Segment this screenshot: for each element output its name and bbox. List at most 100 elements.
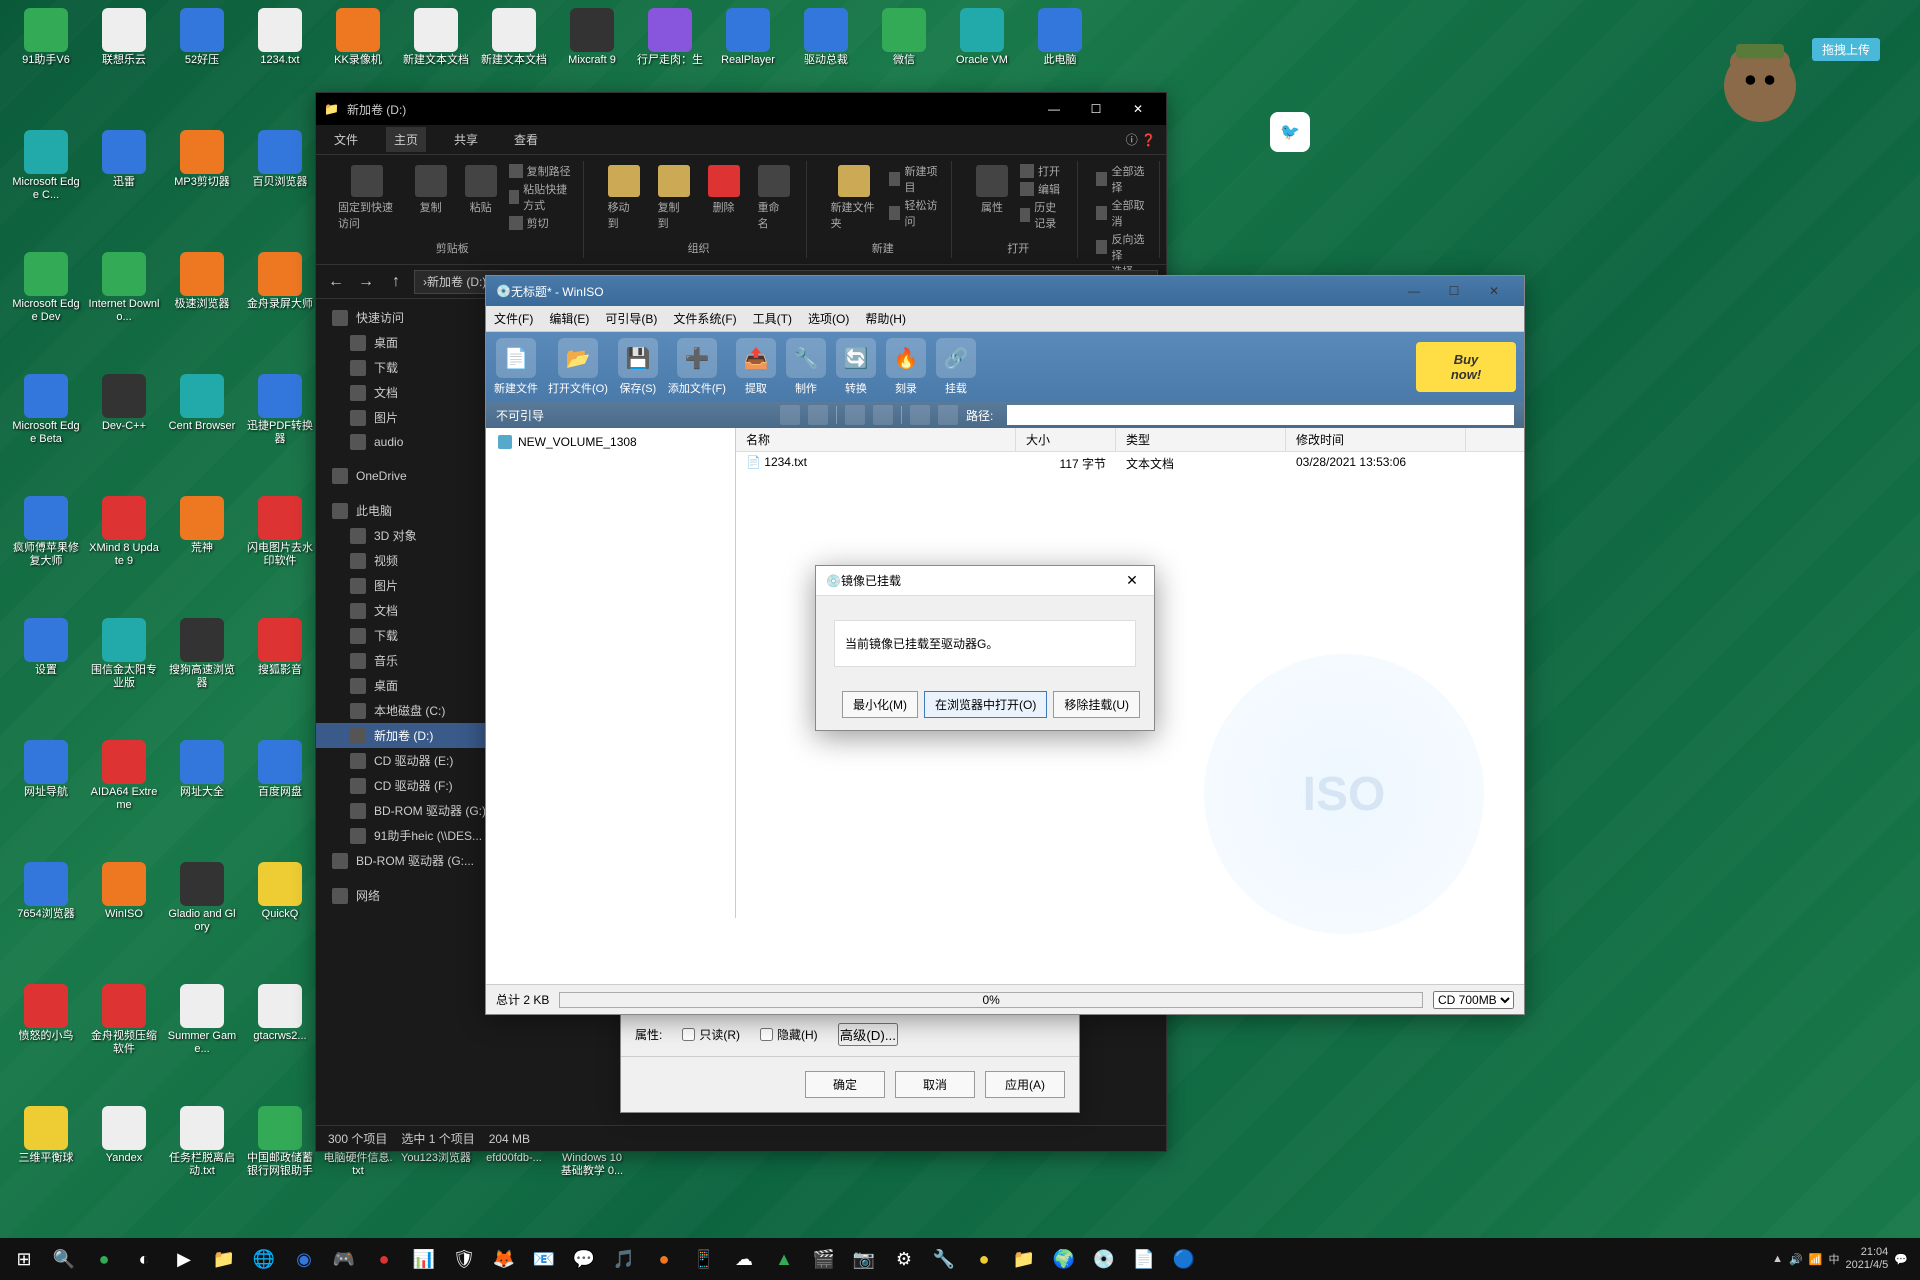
ribbon-item[interactable]: 全部取消 [1096,197,1149,229]
desktop-icon[interactable]: 新建文本文档 [478,8,550,67]
desktop-icon[interactable]: Internet Downlo... [88,252,160,324]
ribbon-tab[interactable]: 主页 [386,127,426,152]
back-button[interactable]: ← [324,270,348,294]
path-input[interactable] [1007,405,1514,425]
tool-button[interactable] [873,405,893,425]
desktop-icon[interactable]: 闪电图片去水印软件 [244,496,316,568]
menu-item[interactable]: 文件系统(F) [673,310,736,327]
toolbar-button[interactable]: 📂打开文件(O) [548,338,608,396]
taskbar-app[interactable]: 🔧 [924,1239,964,1279]
desktop-icon[interactable]: 搜狐影音 [244,618,316,677]
desktop-icon[interactable]: Yandex [88,1106,160,1165]
desktop-icon[interactable]: Microsoft Edge Beta [10,374,82,446]
upload-widget[interactable]: 拖拽上传 [1700,20,1820,130]
desktop-icon[interactable]: 7654浏览器 [10,862,82,921]
ribbon-item[interactable]: 打开 [1020,163,1067,179]
ribbon-item[interactable]: 剪切 [509,215,573,231]
ribbon-tab[interactable]: 查看 [506,127,546,152]
minimize-button[interactable]: 最小化(M) [842,691,918,718]
desktop-icon[interactable]: WinISO [88,862,160,921]
ribbon-item[interactable]: 新建项目 [889,163,941,195]
close-button[interactable]: ✕ [1474,279,1514,303]
desktop-icon[interactable]: 行尸走肉：生 [634,8,706,67]
taskbar-app[interactable]: 💿 [1084,1239,1124,1279]
tool-button[interactable] [910,405,930,425]
tool-button[interactable] [938,405,958,425]
list-row[interactable]: 📄 1234.txt117 字节文本文档03/28/2021 13:53:06 [736,452,1524,476]
menu-item[interactable]: 帮助(H) [865,310,906,327]
toolbar-button[interactable]: 🔧制作 [786,338,826,396]
taskbar-app[interactable]: 🦊 [484,1239,524,1279]
copyto-button[interactable]: 复制到 [652,163,696,233]
tray-icon[interactable]: 📶 [1809,1253,1823,1266]
properties-button[interactable]: 属性 [970,163,1014,217]
toolbar-button[interactable]: 📤提取 [736,338,776,396]
desktop-icon[interactable]: QuickQ [244,862,316,921]
desktop-icon[interactable]: 百贝浏览器 [244,130,316,189]
rename-button[interactable]: 重命名 [752,163,796,233]
dialog-titlebar[interactable]: 💿 镜像已挂载 ✕ [816,566,1154,596]
taskbar-app[interactable]: ◉ [284,1239,324,1279]
toolbar-button[interactable]: 🔗挂载 [936,338,976,396]
close-button[interactable]: ✕ [1118,95,1158,123]
explorer-titlebar[interactable]: 📁 新加卷 (D:) — ☐ ✕ [316,93,1166,125]
ribbon-item[interactable]: 轻松访问 [889,197,941,229]
taskbar-app[interactable]: ● [84,1239,124,1279]
apply-button[interactable]: 应用(A) [985,1071,1065,1098]
ribbon-tab[interactable]: 文件 [326,127,366,152]
desktop-icon[interactable]: 疯师傅苹果修复大师 [10,496,82,568]
desktop-icon[interactable]: XMind 8 Update 9 [88,496,160,568]
upload-badge[interactable]: 拖拽上传 [1812,38,1880,61]
taskbar-app[interactable]: 🎮 [324,1239,364,1279]
forward-button[interactable]: → [354,270,378,294]
ok-button[interactable]: 确定 [805,1071,885,1098]
desktop-icon[interactable]: 驱动总裁 [790,8,862,67]
close-button[interactable]: ✕ [1120,572,1144,589]
desktop-icon[interactable]: AIDA64 Extreme [88,740,160,812]
desktop-icon[interactable]: Microsoft Edge C... [10,130,82,202]
advanced-button[interactable]: 高级(D)... [838,1023,898,1046]
desktop-icon[interactable]: 迅雷 [88,130,160,189]
desktop-icon[interactable]: 迅捷PDF转换器 [244,374,316,446]
taskbar-app[interactable]: 🔍 [44,1239,84,1279]
desktop-icon[interactable]: Gladio and Glory [166,862,238,934]
desktop-icon[interactable]: 金舟录屏大师 [244,252,316,311]
tray-icon[interactable]: 🔊 [1789,1253,1803,1266]
menu-item[interactable]: 编辑(E) [549,310,589,327]
open-in-browser-button[interactable]: 在浏览器中打开(O) [924,691,1047,718]
floating-app-icon[interactable]: 🐦 [1270,112,1310,152]
winiso-titlebar[interactable]: 💿 无标题* - WinISO — ☐ ✕ [486,276,1524,306]
desktop-icon[interactable]: 52好压 [166,8,238,67]
toolbar-button[interactable]: ➕添加文件(F) [668,338,726,396]
taskbar-app[interactable]: ☁ [724,1239,764,1279]
readonly-checkbox[interactable]: 只读(R) [682,1026,740,1043]
pin-quickaccess-button[interactable]: 固定到快速访问 [332,163,403,233]
desktop-icon[interactable]: 百度网盘 [244,740,316,799]
taskbar-app[interactable]: ● [964,1239,1004,1279]
desktop-icon[interactable]: Cent Browser [166,374,238,433]
taskbar-app[interactable]: 🎬 [804,1239,844,1279]
desktop-icon[interactable]: 微信 [868,8,940,67]
desktop-icon[interactable]: 极速浏览器 [166,252,238,311]
taskbar-app[interactable]: ▶ [164,1239,204,1279]
desktop-icon[interactable]: 此电脑 [1024,8,1096,67]
desktop-icon[interactable]: 荒神 [166,496,238,555]
taskbar-app[interactable]: ● [644,1239,684,1279]
minimize-button[interactable]: — [1034,95,1074,123]
desktop-icon[interactable]: 设置 [10,618,82,677]
cancel-button[interactable]: 取消 [895,1071,975,1098]
desktop-icon[interactable]: Mixcraft 9 [556,8,628,67]
desktop-icon[interactable]: 围信金太阳专业版 [88,618,160,690]
notification-icon[interactable]: 💬 [1894,1253,1908,1266]
taskbar-app[interactable]: 💬 [564,1239,604,1279]
unmount-button[interactable]: 移除挂载(U) [1053,691,1140,718]
delete-button[interactable]: 删除 [702,163,746,217]
desktop-icon[interactable]: 愤怒的小鸟 [10,984,82,1043]
start-button[interactable]: ⊞ [4,1239,44,1279]
ribbon-item[interactable]: 复制路径 [509,163,573,179]
taskbar-app[interactable]: 🔵 [1164,1239,1204,1279]
toolbar-button[interactable]: 🔥刻录 [886,338,926,396]
tree-root-item[interactable]: NEW_VOLUME_1308 [490,432,731,452]
newfolder-button[interactable]: 新建文件夹 [825,163,883,233]
paste-button[interactable]: 粘贴 [459,163,503,217]
